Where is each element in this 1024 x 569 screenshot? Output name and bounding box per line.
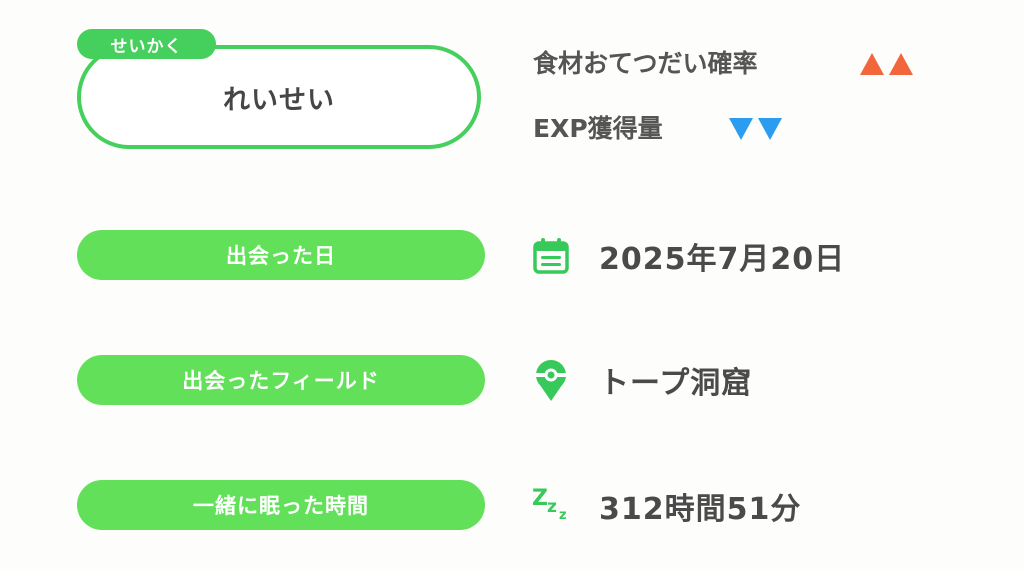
sleep-time-row: Z z z 312時間51分: [530, 484, 801, 528]
up-arrow-icon: [860, 53, 884, 75]
nature-box: れいせい: [77, 45, 481, 149]
met-date-label: 出会った日: [77, 230, 485, 280]
met-field-label: 出会ったフィールド: [77, 355, 485, 405]
nature-effect-down: EXP獲得量: [533, 109, 663, 145]
met-field-row: トープ洞窟: [530, 358, 752, 402]
sleep-time-label: 一緒に眠った時間: [77, 480, 485, 530]
met-field-value: トープ洞窟: [599, 366, 753, 401]
met-date-row: 2025年7月20日: [530, 234, 845, 278]
location-pin-icon: [530, 359, 572, 401]
nature-value: れいせい: [223, 84, 335, 116]
calendar-icon: [530, 235, 572, 277]
nature-effect-down-label: EXP獲得量: [533, 114, 663, 143]
zzz-sleep-icon: Z z z: [532, 486, 567, 523]
up-arrow-icon: [889, 53, 913, 75]
up-arrows-indicator: [860, 53, 913, 75]
nature-label-tab: せいかく: [77, 29, 216, 59]
down-arrows-indicator: [729, 118, 782, 140]
down-arrow-icon: [729, 118, 753, 140]
down-arrow-icon: [758, 118, 782, 140]
sleep-time-value: 312時間51分: [599, 492, 802, 527]
nature-effect-up-label: 食材おてつだい確率: [533, 49, 758, 78]
nature-effect-up: 食材おてつだい確率: [533, 44, 758, 80]
met-date-value: 2025年7月20日: [599, 242, 846, 277]
